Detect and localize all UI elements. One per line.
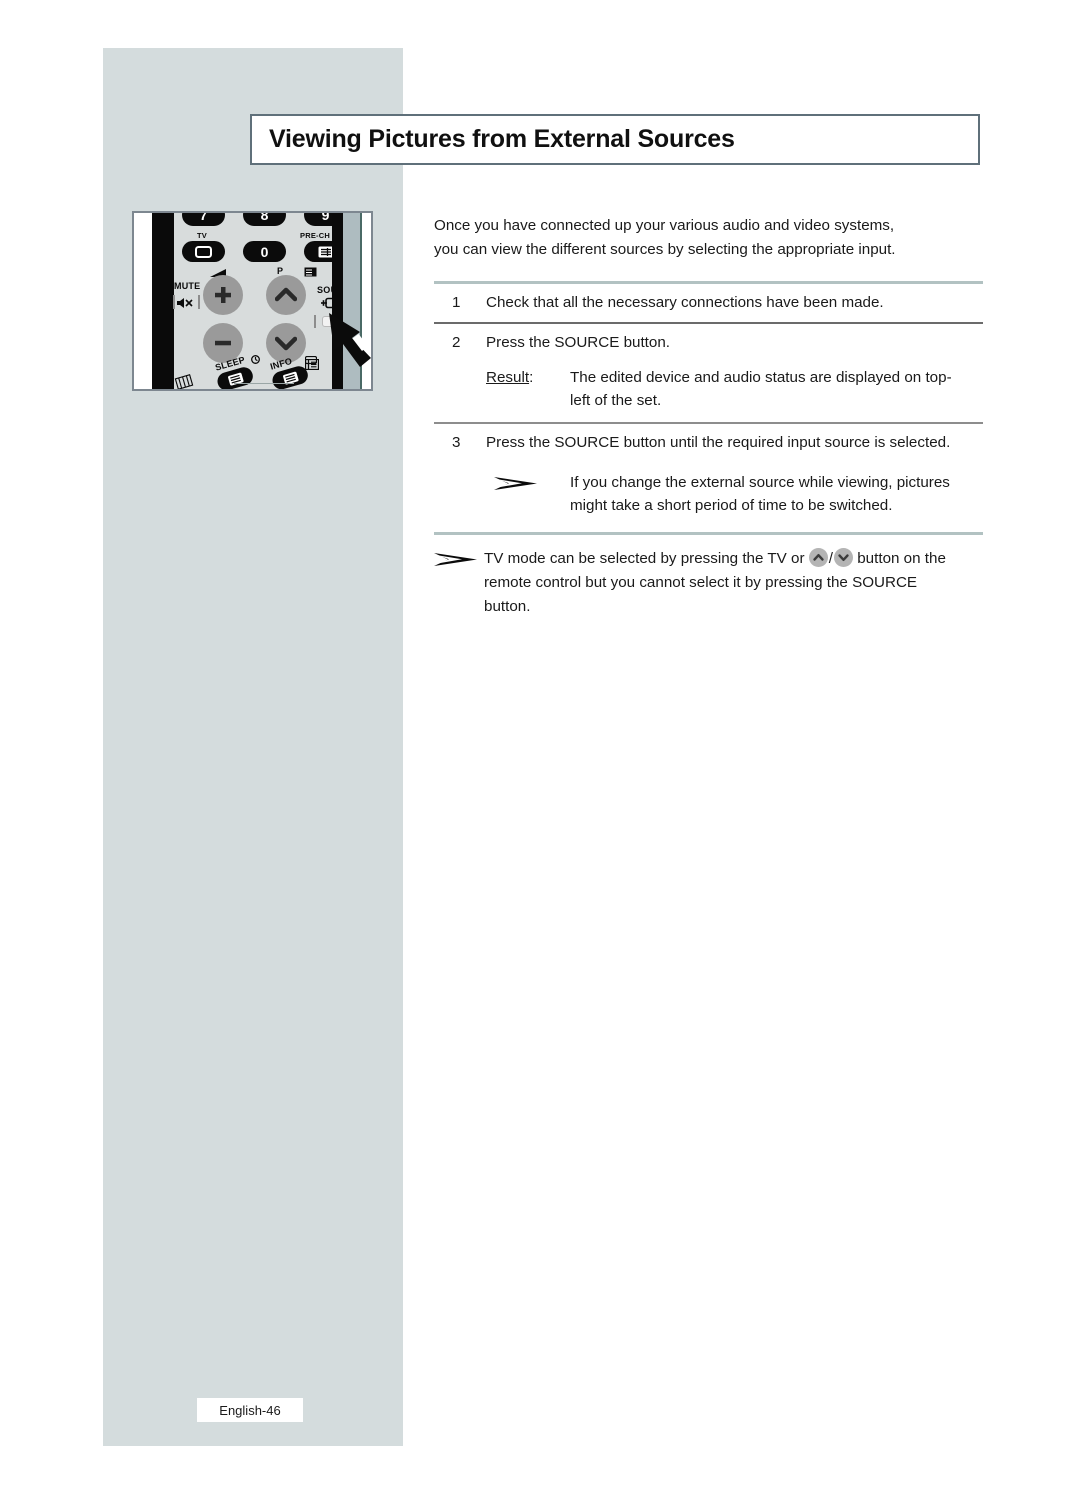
step-1: 1 Check that all the necessary connectio… — [434, 284, 983, 322]
sleep-clock-icon — [251, 355, 260, 364]
remote-right-gray-edge — [343, 213, 361, 389]
result-text: The edited device and audio status are d… — [570, 366, 983, 412]
step-3-text: Press the SOURCE button until the requir… — [486, 434, 951, 451]
remote-key-0: 0 — [243, 241, 286, 262]
instruction-content: Once you have connected up your various … — [434, 214, 983, 619]
dart-arrow-icon — [494, 477, 537, 490]
remote-label-pre-ch: PRE-CH — [300, 231, 330, 240]
channel-list-icon — [304, 267, 317, 277]
result-block: Result: The edited device and audio stat… — [434, 362, 983, 422]
remote-key-tv — [182, 241, 225, 262]
plus-icon — [215, 287, 231, 303]
step-2-number: 2 — [452, 333, 461, 351]
remote-key-7-label: 7 — [199, 213, 208, 223]
chevron-up-button-icon — [808, 548, 828, 567]
page-footer: English-46 — [197, 1398, 303, 1422]
minus-icon — [215, 340, 231, 346]
chevron-down-icon — [275, 336, 297, 351]
remote-volume-up-button — [203, 275, 243, 315]
intro-line-2: you can view the different sources by se… — [434, 241, 896, 258]
result-colon: : — [529, 368, 534, 386]
remote-control-illustration: 7 8 9 TV PRE-CH 0 P MUTE SLEEP INFO — [132, 211, 373, 391]
intro-line-1: Once you have connected up your various … — [434, 217, 895, 234]
tip-line-1: TV mode can be selected by pressing the … — [484, 547, 983, 571]
tip-separator: / — [828, 550, 833, 567]
tv-screen-icon — [195, 245, 212, 258]
remote-body-face: 7 8 9 TV PRE-CH 0 P MUTE SLEEP INFO — [173, 213, 357, 389]
step-3: 3 Press the SOURCE button until the requ… — [434, 424, 983, 462]
step-1-text: Check that all the necessary connections… — [486, 294, 884, 311]
page-title: Viewing Pictures from External Sources — [269, 125, 735, 153]
note-bullet-cell — [434, 471, 570, 517]
result-label-cell: Result: — [434, 366, 570, 412]
tip-line-2: remote control but you cannot select it … — [484, 574, 918, 591]
chevron-down-button-icon — [834, 548, 853, 567]
remote-key-7: 7 — [182, 213, 225, 226]
tip-line-3: button. — [484, 598, 531, 615]
manual-page: Viewing Pictures from External Sources 7… — [0, 0, 1080, 1498]
source-left-tick — [314, 315, 316, 328]
remote-program-up-button — [266, 275, 306, 315]
step-2-text: Press the SOURCE button. — [486, 333, 671, 351]
remote-right-hairline — [360, 213, 362, 389]
tip-text: TV mode can be selected by pressing the … — [484, 547, 983, 619]
remote-bottom-hairline — [234, 383, 294, 384]
intro-paragraph: Once you have connected up your various … — [434, 214, 983, 262]
tip-block: TV mode can be selected by pressing the … — [434, 535, 983, 619]
step-3-number: 3 — [452, 434, 461, 451]
remote-key-8: 8 — [243, 213, 286, 226]
remote-key-9-label: 9 — [321, 213, 330, 223]
step-1-number: 1 — [452, 294, 461, 311]
result-line-2: left of the set. — [570, 391, 662, 409]
mute-right-tick — [198, 295, 200, 309]
note-text: If you change the external source while … — [570, 471, 983, 517]
remote-illustration-clip: 7 8 9 TV PRE-CH 0 P MUTE SLEEP INFO — [134, 213, 371, 389]
dart-arrow-icon — [434, 553, 477, 566]
remote-left-black-edge — [152, 213, 174, 389]
remote-label-tv: TV — [197, 231, 207, 240]
info-bubble-icon — [305, 356, 317, 365]
note-block: If you change the external source while … — [434, 462, 983, 528]
result-label: Result — [486, 368, 530, 386]
remote-key-0-label: 0 — [260, 243, 269, 260]
mute-speaker-icon — [177, 298, 193, 308]
remote-label-mute: MUTE — [174, 281, 201, 291]
partial-key-icon — [174, 374, 194, 389]
tip-bullet-cell — [434, 547, 484, 619]
page-title-box: Viewing Pictures from External Sources — [250, 114, 980, 165]
note-line-1: If you change the external source while … — [570, 474, 950, 491]
result-line-1: The edited device and audio status are d… — [570, 368, 952, 386]
remote-right-black-edge — [332, 213, 343, 389]
page-number-label: English-46 — [219, 1402, 281, 1418]
note-line-2: might take a short period of time to be … — [570, 497, 893, 514]
remote-key-8-label: 8 — [260, 213, 269, 223]
step-2: 2 Press the SOURCE button. — [434, 324, 983, 362]
chevron-up-icon — [275, 287, 297, 302]
tip-text-before: TV mode can be selected by pressing the … — [484, 550, 805, 567]
tip-text-after: button on the — [857, 550, 946, 567]
mute-left-tick — [173, 295, 175, 309]
